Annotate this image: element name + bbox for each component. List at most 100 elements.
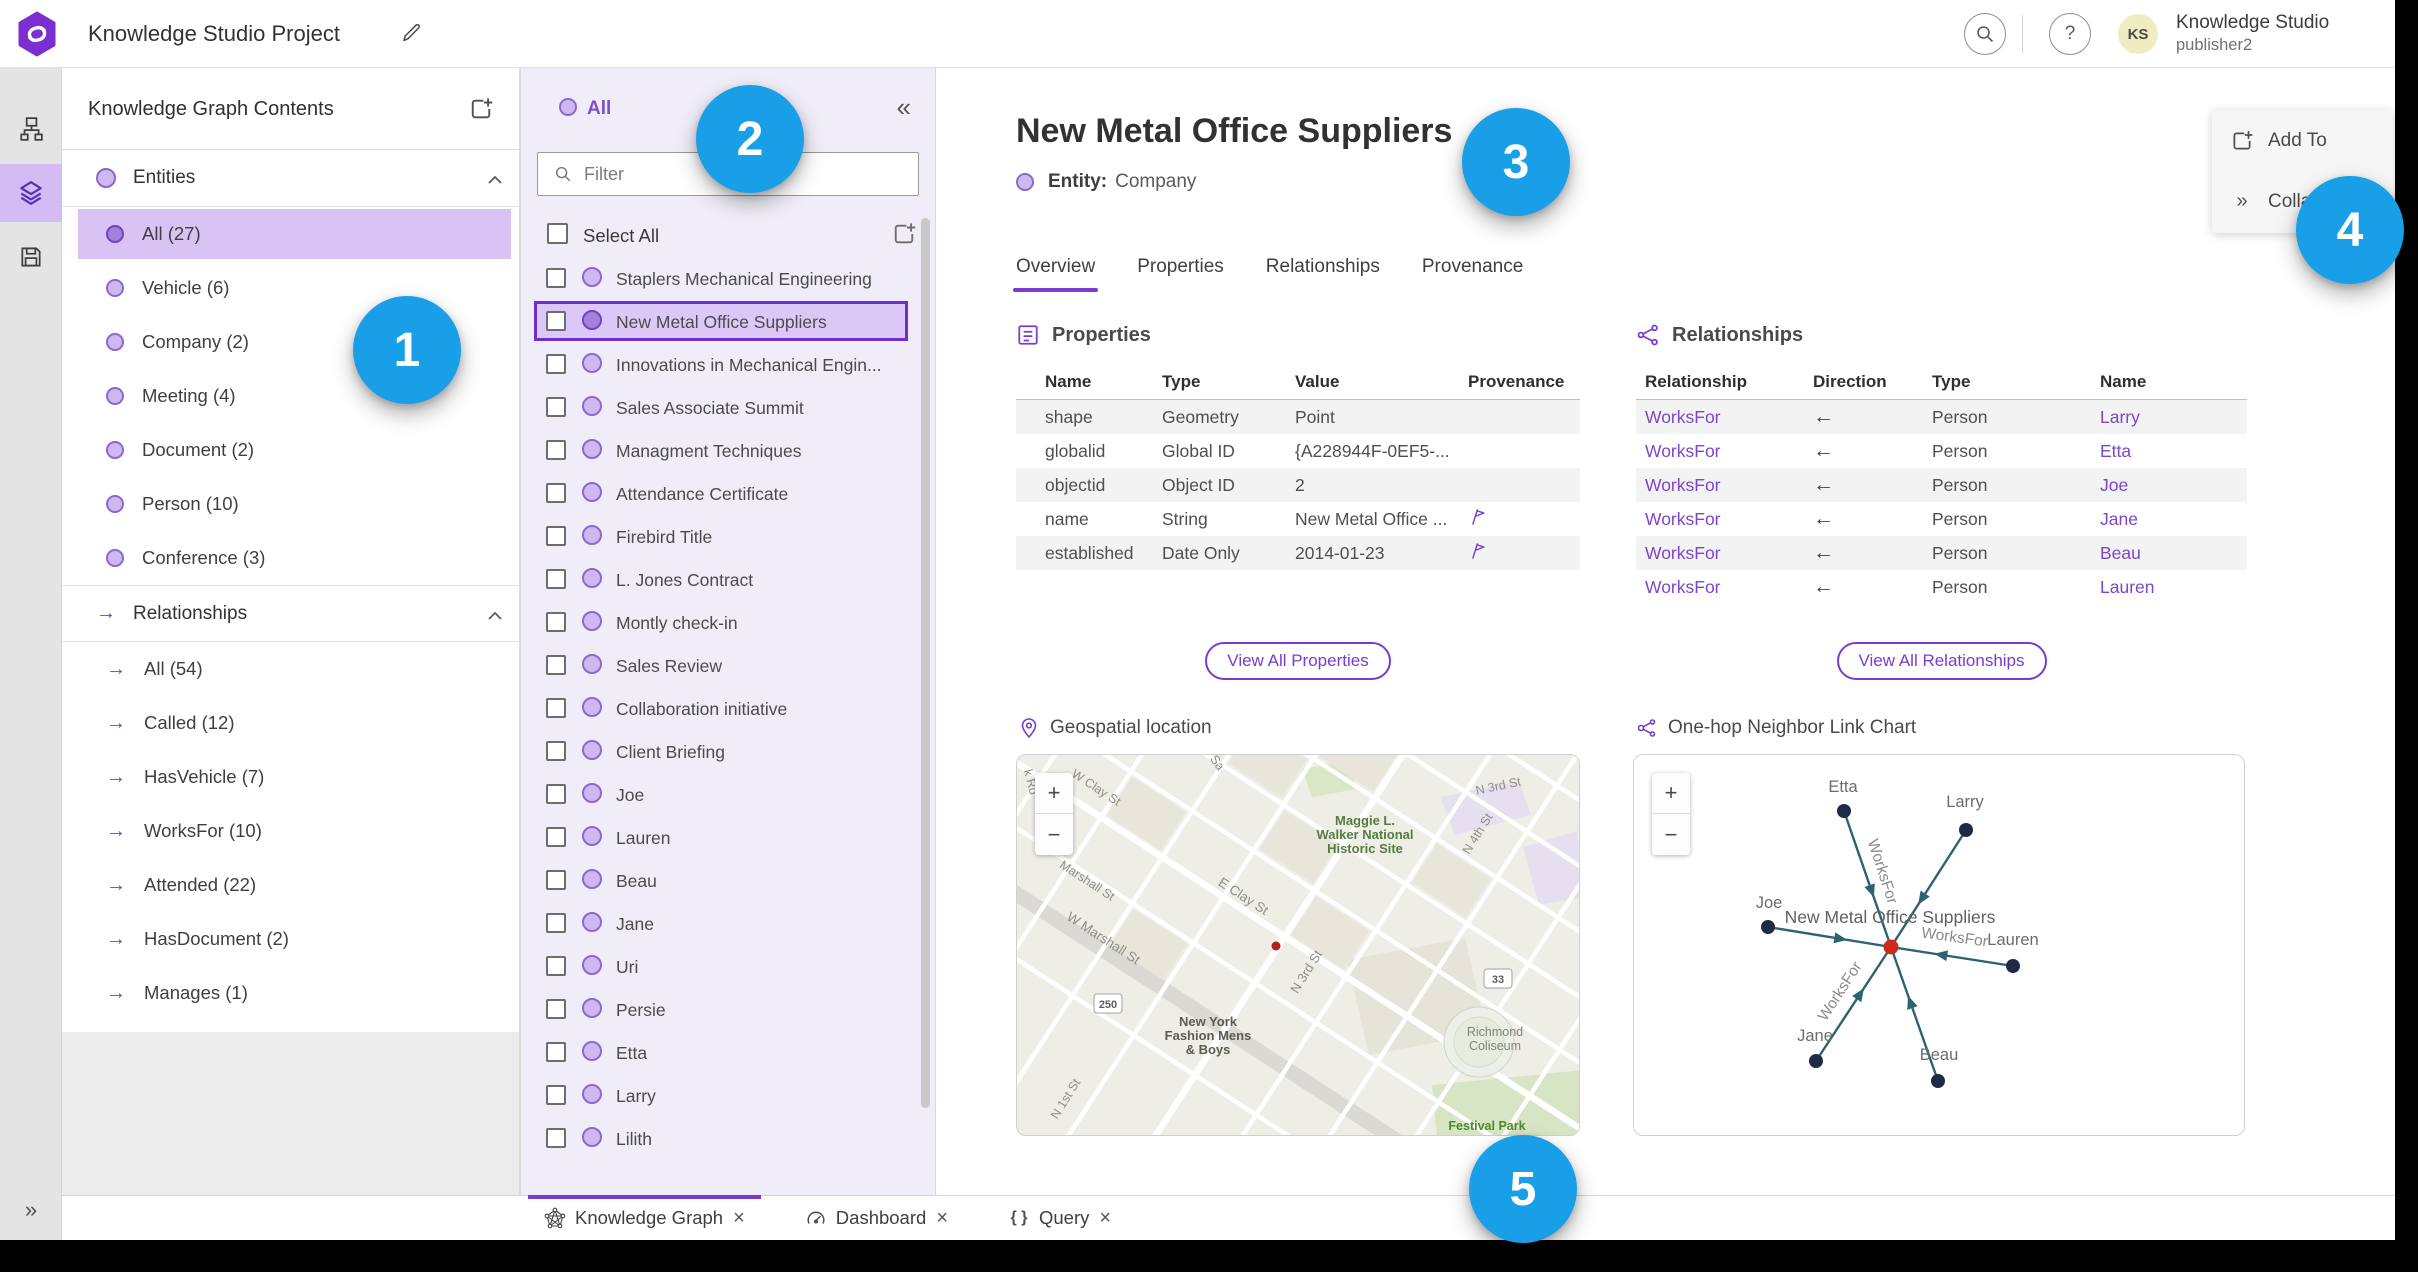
flyout-add-to[interactable]: Add To <box>2212 110 2393 171</box>
list-item-sales-review[interactable]: Sales Review <box>521 645 935 688</box>
bottom-tab-knowledge-graph[interactable]: Knowledge Graph × <box>528 1195 761 1240</box>
related-entity-link[interactable]: Etta <box>2100 441 2247 462</box>
close-tab-icon[interactable]: × <box>1099 1207 1111 1230</box>
item-checkbox[interactable] <box>546 1085 566 1105</box>
item-checkbox[interactable] <box>546 569 566 589</box>
expand-rail-button[interactable]: » <box>0 1190 62 1230</box>
related-entity-link[interactable]: Lauren <box>2100 577 2247 598</box>
list-item-client-briefing[interactable]: Client Briefing <box>521 731 935 774</box>
list-item-l-jones-contract[interactable]: L. Jones Contract <box>521 559 935 602</box>
view-all-properties-button[interactable]: View All Properties <box>1205 642 1391 680</box>
add-to-map-icon[interactable] <box>468 96 494 122</box>
contents-item-called-12[interactable]: → Called (12) <box>62 696 519 750</box>
contents-item-all-54[interactable]: → All (54) <box>62 642 519 696</box>
list-item-sales-associate-summit[interactable]: Sales Associate Summit <box>521 387 935 430</box>
geospatial-map[interactable]: + − k Rd W Clay St Sa N 3rd St N 4th St … <box>1016 754 1580 1136</box>
list-item-uri[interactable]: Uri <box>521 946 935 989</box>
relationship-link[interactable]: WorksFor <box>1645 407 1813 428</box>
avatar[interactable]: KS <box>2118 14 2158 54</box>
contents-item-worksfor-10[interactable]: → WorksFor (10) <box>62 804 519 858</box>
item-checkbox[interactable] <box>546 268 566 288</box>
list-item-collaboration-initiative[interactable]: Collaboration initiative <box>521 688 935 731</box>
relationship-link[interactable]: WorksFor <box>1645 509 1813 530</box>
relationship-link[interactable]: WorksFor <box>1645 475 1813 496</box>
list-item-firebird-title[interactable]: Firebird Title <box>521 516 935 559</box>
group-header-entities[interactable]: Entities <box>62 150 519 207</box>
list-item-etta[interactable]: Etta <box>521 1032 935 1075</box>
list-scrollbar-thumb[interactable] <box>921 218 930 1108</box>
item-checkbox[interactable] <box>546 784 566 804</box>
chart-node-jane[interactable] <box>1809 1054 1823 1068</box>
select-all-checkbox[interactable] <box>547 223 568 244</box>
zoom-out-button[interactable]: − <box>1652 814 1690 855</box>
contents-item-hasvehicle-7[interactable]: → HasVehicle (7) <box>62 750 519 804</box>
item-checkbox[interactable] <box>546 741 566 761</box>
related-entity-link[interactable]: Larry <box>2100 407 2247 428</box>
chevron-up-icon[interactable] <box>487 608 503 626</box>
relationship-link[interactable]: WorksFor <box>1645 441 1813 462</box>
rail-layers-button[interactable] <box>0 164 62 222</box>
list-item-lauren[interactable]: Lauren <box>521 817 935 860</box>
list-item-larry[interactable]: Larry <box>521 1075 935 1118</box>
item-checkbox[interactable] <box>546 827 566 847</box>
related-entity-link[interactable]: Beau <box>2100 543 2247 564</box>
item-checkbox[interactable] <box>546 483 566 503</box>
list-item-managment-techniques[interactable]: Managment Techniques <box>521 430 935 473</box>
related-entity-link[interactable]: Joe <box>2100 475 2247 496</box>
item-checkbox[interactable] <box>546 311 566 331</box>
list-item-joe[interactable]: Joe <box>521 774 935 817</box>
item-checkbox[interactable] <box>546 397 566 417</box>
list-item-persie[interactable]: Persie <box>521 989 935 1032</box>
tab-overview[interactable]: Overview <box>1012 256 1099 292</box>
chevron-up-icon[interactable] <box>487 172 503 190</box>
chart-node-beau[interactable] <box>1931 1074 1945 1088</box>
item-checkbox[interactable] <box>546 655 566 675</box>
close-tab-icon[interactable]: × <box>733 1207 745 1230</box>
chart-node-lauren[interactable] <box>2006 959 2020 973</box>
link-chart[interactable]: + − WorksFor WorksFor WorksFor Etta Larry Joe… <box>1633 754 2245 1136</box>
zoom-in-button[interactable]: + <box>1652 773 1690 814</box>
contents-item-document-2[interactable]: Document (2) <box>62 423 519 477</box>
list-item-beau[interactable]: Beau <box>521 860 935 903</box>
rail-catalog-button[interactable] <box>0 100 62 158</box>
list-item-new-metal-office-suppliers[interactable]: New Metal Office Suppliers <box>521 301 935 344</box>
search-button[interactable] <box>1964 13 2006 55</box>
rail-save-button[interactable] <box>0 228 62 286</box>
item-checkbox[interactable] <box>546 913 566 933</box>
user-info[interactable]: Knowledge Studio publisher2 <box>2176 12 2329 56</box>
list-item-lilith[interactable]: Lilith <box>521 1118 935 1161</box>
item-checkbox[interactable] <box>546 1042 566 1062</box>
item-checkbox[interactable] <box>546 999 566 1019</box>
item-checkbox[interactable] <box>546 612 566 632</box>
chart-center-node[interactable] <box>1883 939 1899 955</box>
edit-title-icon[interactable] <box>400 22 422 44</box>
zoom-in-button[interactable]: + <box>1035 773 1073 814</box>
item-checkbox[interactable] <box>546 1128 566 1148</box>
bottom-tab-dashboard[interactable]: Dashboard × <box>789 1196 964 1240</box>
list-item-montly-check-in[interactable]: Montly check-in <box>521 602 935 645</box>
collapse-panel-icon[interactable]: « <box>897 92 911 123</box>
item-checkbox[interactable] <box>546 440 566 460</box>
item-checkbox[interactable] <box>546 698 566 718</box>
contents-item-all-27[interactable]: All (27) <box>62 207 519 261</box>
contents-item-manages-1[interactable]: → Manages (1) <box>62 966 519 1020</box>
chart-node-larry[interactable] <box>1959 823 1973 837</box>
close-tab-icon[interactable]: × <box>936 1207 948 1230</box>
item-checkbox[interactable] <box>546 956 566 976</box>
relationship-link[interactable]: WorksFor <box>1645 577 1813 598</box>
chart-node-joe[interactable] <box>1761 920 1775 934</box>
help-button[interactable]: ? <box>2049 13 2091 55</box>
list-item-attendance-certificate[interactable]: Attendance Certificate <box>521 473 935 516</box>
zoom-out-button[interactable]: − <box>1035 814 1073 855</box>
bottom-tab-query[interactable]: { } Query × <box>992 1196 1127 1240</box>
view-all-relationships-button[interactable]: View All Relationships <box>1836 642 2047 680</box>
item-checkbox[interactable] <box>546 354 566 374</box>
related-entity-link[interactable]: Jane <box>2100 509 2247 530</box>
contents-item-hasdocument-2[interactable]: → HasDocument (2) <box>62 912 519 966</box>
provenance-flag-icon[interactable] <box>1468 541 1487 560</box>
group-header-relationships[interactable]: → Relationships <box>62 585 519 642</box>
item-checkbox[interactable] <box>546 870 566 890</box>
contents-item-conference-3[interactable]: Conference (3) <box>62 531 519 585</box>
add-selection-icon[interactable] <box>891 221 917 247</box>
relationship-link[interactable]: WorksFor <box>1645 543 1813 564</box>
